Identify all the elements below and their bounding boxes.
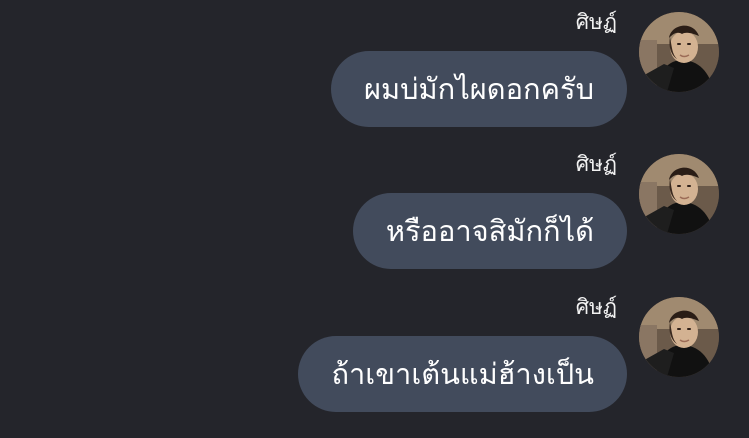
message-bubble[interactable]: ถ้าเขาเต้นแม่ฮ้างเป็น bbox=[298, 336, 627, 412]
sender-name: ศิษฏ์ bbox=[575, 295, 617, 319]
profile-photo-icon[interactable] bbox=[639, 154, 719, 234]
message-bubble[interactable]: หรืออาจสิมักก็ได้ bbox=[352, 193, 627, 269]
message-bubble[interactable]: ผมบ่มักไผดอกครับ bbox=[331, 51, 627, 127]
profile-photo-icon[interactable] bbox=[639, 297, 719, 377]
sender-name: ศิษฏ์ bbox=[575, 10, 617, 34]
chat-thread: ศิษฏ์ ผมบ่มักไผดอกครับ ศิษฏ์ หรืออาจสิมั… bbox=[0, 0, 749, 438]
message-row: ศิษฏ์ หรืออาจสิมักก็ได้ bbox=[0, 142, 749, 272]
sender-name: ศิษฏ์ bbox=[575, 152, 617, 176]
message-row: ศิษฏ์ ถ้าเขาเต้นแม่ฮ้างเป็น bbox=[0, 285, 749, 415]
message-row: ศิษฏ์ ผมบ่มักไผดอกครับ bbox=[0, 0, 749, 130]
profile-photo-icon[interactable] bbox=[639, 12, 719, 92]
